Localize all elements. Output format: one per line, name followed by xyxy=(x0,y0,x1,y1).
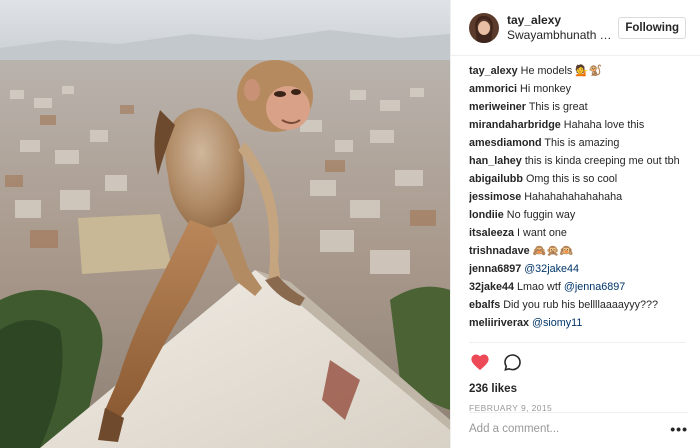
comment-username[interactable]: abigailubb xyxy=(469,173,523,185)
comment-text: Omg this is so cool xyxy=(526,173,618,185)
comment-row: jessimose Hahahahahahahaha xyxy=(469,188,688,206)
post-sidebar: tay_alexy Swayambhunath Temple Following… xyxy=(450,0,700,448)
comment-text: Hahahahahahahaha xyxy=(524,191,623,203)
comment-username[interactable]: jenna6897 xyxy=(469,263,521,275)
comment-username[interactable]: ebalfs xyxy=(469,299,500,311)
comment-username[interactable]: tay_alexy xyxy=(469,65,518,77)
comment-row: trishnadave 🙈🙊🙉 xyxy=(469,242,688,260)
action-icons xyxy=(469,351,686,373)
comment-text: He models 💁🐒 xyxy=(520,65,603,77)
comment-username[interactable]: jessimose xyxy=(469,191,521,203)
comment-text: This is amazing xyxy=(544,137,620,149)
like-button[interactable] xyxy=(469,351,491,373)
comment-row: abigailubb Omg this is so cool xyxy=(469,170,688,188)
comment-row: jenna6897 @32jake44 xyxy=(469,260,688,278)
comment-row: itsaleeza I want one xyxy=(469,224,688,242)
comment-row: ebalfs Did you rub his bellllaaaayyy??? xyxy=(469,296,688,314)
comment-mention-link[interactable]: @siomy11 xyxy=(532,317,582,329)
comment-text: 🙈🙊🙉 xyxy=(532,245,573,257)
comment-username[interactable]: itsaleeza xyxy=(469,227,514,239)
comment-username[interactable]: ammorici xyxy=(469,83,517,95)
comment-username[interactable]: han_lahey xyxy=(469,155,522,167)
comment-username[interactable]: mirandaharbridge xyxy=(469,119,561,131)
post-photo[interactable] xyxy=(0,0,450,448)
comment-username[interactable]: meriweiner xyxy=(469,101,526,113)
monkey-photo-image xyxy=(0,0,450,448)
comment-row: han_lahey this is kinda creeping me out … xyxy=(469,152,688,170)
header-text: tay_alexy Swayambhunath Temple xyxy=(507,13,614,43)
heart-icon xyxy=(471,354,489,371)
comment-username[interactable]: meliiriverax xyxy=(469,317,529,329)
comment-bubble-icon xyxy=(503,353,521,371)
add-comment-bar: ••• xyxy=(469,412,688,445)
comment-row: tay_alexy He models 💁🐒 xyxy=(469,62,688,80)
comment-text: No fuggin way xyxy=(506,209,576,221)
comment-mention-link[interactable]: @jenna6897 xyxy=(564,281,625,293)
following-button[interactable]: Following xyxy=(618,16,686,39)
comment-row: ammorici Hi monkey xyxy=(469,80,688,98)
more-options-button[interactable]: ••• xyxy=(670,421,688,437)
post-header: tay_alexy Swayambhunath Temple Following xyxy=(451,0,700,56)
comment-text: this is kinda creeping me out tbh xyxy=(524,155,680,167)
comment-username[interactable]: 32jake44 xyxy=(469,281,514,293)
comment-row: londiie No fuggin way xyxy=(469,206,688,224)
comment-text: I want one xyxy=(517,227,567,239)
comments-list[interactable]: tay_alexy He models 💁🐒 ammorici Hi monkey… xyxy=(469,62,688,340)
comment-row: mirandaharbridge Hahaha love this xyxy=(469,116,688,134)
header-username[interactable]: tay_alexy xyxy=(507,13,614,28)
avatar[interactable] xyxy=(469,12,499,43)
comment-mention-link[interactable]: @32jake44 xyxy=(524,263,579,275)
post-container: tay_alexy Swayambhunath Temple Following… xyxy=(0,0,700,448)
comment-text: Did you rub his bellllaaaayyy??? xyxy=(503,299,659,311)
comment-button[interactable] xyxy=(501,351,523,373)
comment-username[interactable]: amesdiamond xyxy=(469,137,542,149)
likes-count[interactable]: 236 likes xyxy=(469,383,686,395)
comment-row: meliiriverax @siomy11 xyxy=(469,314,688,332)
post-actions: 236 likes FEBRUARY 9, 2015 xyxy=(469,342,686,413)
comment-row: 32jake44 Lmao wtf @jenna6897 xyxy=(469,278,688,296)
comment-input[interactable] xyxy=(469,423,671,435)
comment-row: meriweiner This is great xyxy=(469,98,688,116)
header-location[interactable]: Swayambhunath Temple xyxy=(507,28,612,43)
comment-text: Hi monkey xyxy=(520,83,572,95)
comment-row: amesdiamond This is amazing xyxy=(469,134,688,152)
comment-text: Hahaha love this xyxy=(563,119,645,131)
comment-text: Lmao wtf xyxy=(517,281,564,293)
comment-text: This is great xyxy=(528,101,588,113)
avatar-image xyxy=(469,12,499,43)
comment-username[interactable]: londiie xyxy=(469,209,504,221)
comment-username[interactable]: trishnadave xyxy=(469,245,530,257)
